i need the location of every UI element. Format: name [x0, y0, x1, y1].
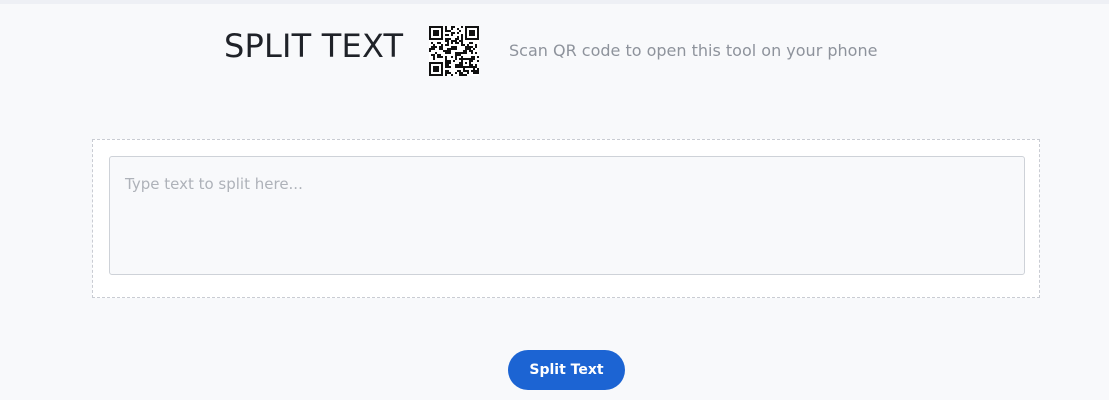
- split-text-button[interactable]: Split Text: [508, 350, 625, 390]
- top-border: [0, 0, 1109, 4]
- split-text-input[interactable]: [109, 156, 1025, 275]
- tool-panel: [92, 139, 1040, 298]
- qr-caption: Scan QR code to open this tool on your p…: [509, 41, 878, 60]
- page-title: SPLIT TEXT: [224, 27, 404, 65]
- qr-code-icon: [429, 26, 479, 76]
